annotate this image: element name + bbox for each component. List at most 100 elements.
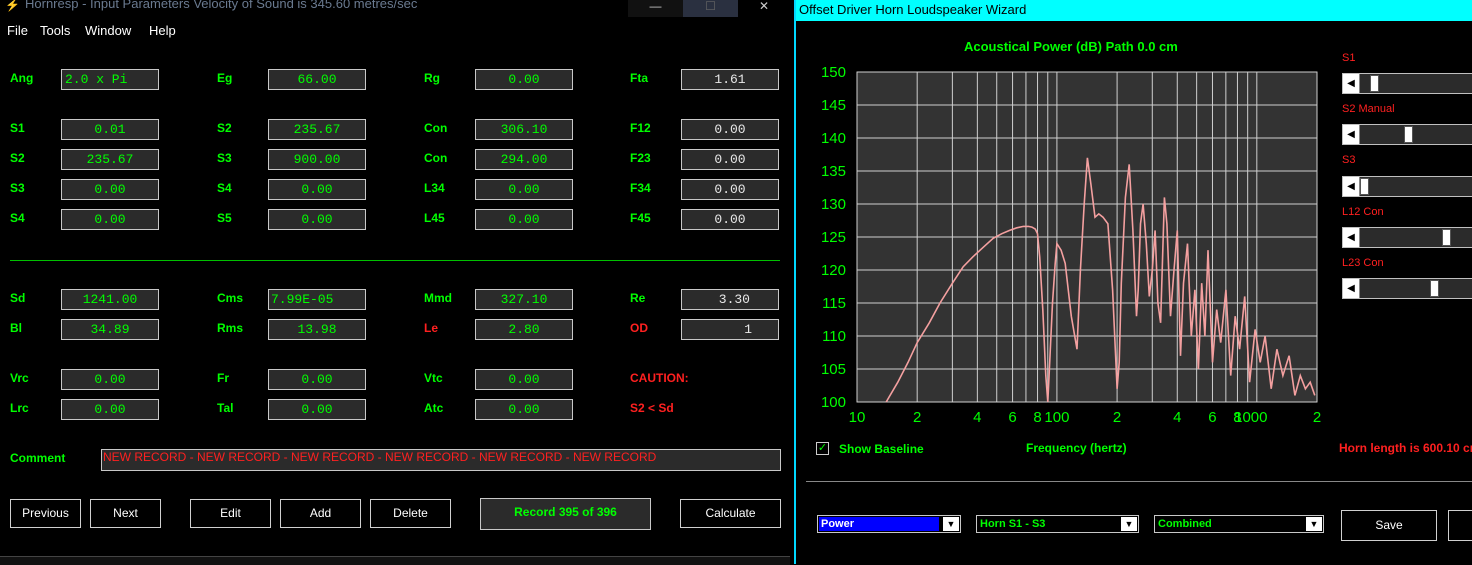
menu-help[interactable]: Help — [149, 23, 176, 38]
slider-left-arrow-icon[interactable]: ◀ — [1343, 228, 1360, 247]
slider-s1[interactable]: ◀ — [1342, 73, 1472, 94]
label-f23: F23 — [630, 151, 651, 165]
ang-field[interactable]: 2.0 x Pi — [61, 69, 159, 90]
label-sd: Sd — [10, 291, 26, 305]
bl-field[interactable]: 34.89 — [61, 319, 159, 340]
slider-thumb[interactable] — [1369, 75, 1379, 92]
label-od: OD — [630, 321, 648, 335]
x-tick-label: 1000 — [1234, 409, 1267, 426]
l45-field[interactable]: 0.00 — [475, 209, 573, 230]
extra-button[interactable] — [1448, 510, 1472, 541]
s2-field-col2[interactable]: 235.67 — [268, 119, 366, 140]
delete-button[interactable]: Delete — [370, 499, 451, 528]
comment-field[interactable]: NEW RECORD - NEW RECORD - NEW RECORD - N… — [101, 449, 781, 471]
vrc-field[interactable]: 0.00 — [61, 369, 159, 390]
vtc-field[interactable]: 0.00 — [475, 369, 573, 390]
re-field[interactable]: 3.30 — [681, 289, 779, 310]
cms-field[interactable]: 7.99E-05 — [268, 289, 366, 310]
label-rg: Rg — [424, 71, 440, 85]
label-s3: S3 — [10, 181, 25, 195]
slider-left-arrow-icon[interactable]: ◀ — [1343, 74, 1360, 93]
combine-dropdown[interactable]: Combined ▼ — [1154, 515, 1324, 533]
menu-tools[interactable]: Tools — [40, 23, 70, 38]
label-s1: S1 — [10, 121, 25, 135]
label-mmd: Mmd — [424, 291, 452, 305]
label-rms: Rms — [217, 321, 244, 335]
label-le: Le — [424, 321, 439, 335]
slider-thumb[interactable] — [1404, 126, 1414, 143]
label-vtc: Vtc — [424, 371, 443, 385]
s4-field-col2[interactable]: 0.00 — [268, 179, 366, 200]
tal-field[interactable]: 0.00 — [268, 399, 366, 420]
chevron-down-icon: ▼ — [1306, 517, 1322, 531]
y-tick-label: 130 — [821, 196, 846, 213]
f45-field[interactable]: 0.00 — [681, 209, 779, 230]
atc-field[interactable]: 0.00 — [475, 399, 573, 420]
slider-left-arrow-icon[interactable]: ◀ — [1343, 177, 1360, 196]
combine-selected: Combined — [1158, 518, 1212, 530]
label-fta: Fta — [630, 71, 648, 85]
f23-field[interactable]: 0.00 — [681, 149, 779, 170]
maximize-icon: ☐ — [705, 0, 716, 13]
menu-file[interactable]: File — [7, 23, 28, 38]
slider-label-s3: S3 — [1342, 154, 1356, 166]
eg-field[interactable]: 66.00 — [268, 69, 366, 90]
lrc-field[interactable]: 0.00 — [61, 399, 159, 420]
x-axis-label: Frequency (hertz) — [1026, 441, 1127, 455]
y-tick-label: 135 — [821, 163, 846, 180]
rms-field[interactable]: 13.98 — [268, 319, 366, 340]
label-l45: L45 — [424, 211, 445, 225]
slider-thumb[interactable] — [1429, 280, 1439, 297]
show-baseline-checkbox[interactable]: ✓ — [816, 442, 829, 455]
minimize-icon: — — [649, 0, 662, 13]
add-button[interactable]: Add — [280, 499, 361, 528]
horn-wizard-window: Offset Driver Horn Loudspeaker Wizard Ac… — [794, 0, 1472, 564]
mmd-field[interactable]: 327.10 — [475, 289, 573, 310]
slider-l23[interactable]: ◀ — [1342, 278, 1472, 299]
minimize-button[interactable]: — — [628, 0, 683, 17]
s1-field[interactable]: 0.01 — [61, 119, 159, 140]
previous-button[interactable]: Previous — [10, 499, 81, 528]
slider-thumb[interactable] — [1360, 178, 1369, 195]
s3-field[interactable]: 0.00 — [61, 179, 159, 200]
con2-field[interactable]: 294.00 — [475, 149, 573, 170]
close-button[interactable]: ✕ — [738, 0, 790, 17]
mode-dropdown[interactable]: Power ▼ — [817, 515, 961, 533]
slider-s2[interactable]: ◀ — [1342, 124, 1472, 145]
label-lrc: Lrc — [10, 401, 29, 415]
save-button[interactable]: Save — [1341, 510, 1437, 541]
fr-field[interactable]: 0.00 — [268, 369, 366, 390]
s2-field[interactable]: 235.67 — [61, 149, 159, 170]
calculate-button[interactable]: Calculate — [680, 499, 781, 528]
slider-left-arrow-icon[interactable]: ◀ — [1343, 279, 1360, 298]
s3-field-col2[interactable]: 900.00 — [268, 149, 366, 170]
label-s4-col2: S4 — [217, 181, 232, 195]
chart-title: Acoustical Power (dB) Path 0.0 cm — [964, 39, 1178, 54]
next-button[interactable]: Next — [90, 499, 161, 528]
slider-thumb[interactable] — [1441, 229, 1451, 246]
edit-button[interactable]: Edit — [190, 499, 271, 528]
label-eg: Eg — [217, 71, 233, 85]
le-field[interactable]: 2.80 — [475, 319, 573, 340]
f12-field[interactable]: 0.00 — [681, 119, 779, 140]
horn-dropdown[interactable]: Horn S1 - S3 ▼ — [976, 515, 1139, 533]
slider-label-s2: S2 Manual — [1342, 103, 1395, 115]
x-tick-label: 6 — [1008, 409, 1016, 426]
con1-field[interactable]: 306.10 — [475, 119, 573, 140]
fta-field[interactable]: 1.61 — [681, 69, 779, 90]
menu-window[interactable]: Window — [85, 23, 131, 38]
slider-l12[interactable]: ◀ — [1342, 227, 1472, 248]
label-s3-col2: S3 — [217, 151, 232, 165]
rg-field[interactable]: 0.00 — [475, 69, 573, 90]
od-field[interactable]: 1 — [681, 319, 779, 340]
l34-field[interactable]: 0.00 — [475, 179, 573, 200]
s5-field[interactable]: 0.00 — [268, 209, 366, 230]
s4-field[interactable]: 0.00 — [61, 209, 159, 230]
maximize-button[interactable]: ☐ — [683, 0, 738, 17]
slider-left-arrow-icon[interactable]: ◀ — [1343, 125, 1360, 144]
slider-s3[interactable]: ◀ — [1342, 176, 1472, 197]
y-tick-label: 125 — [821, 229, 846, 246]
slider-label-l23: L23 Con — [1342, 257, 1384, 269]
f34-field[interactable]: 0.00 — [681, 179, 779, 200]
sd-field[interactable]: 1241.00 — [61, 289, 159, 310]
